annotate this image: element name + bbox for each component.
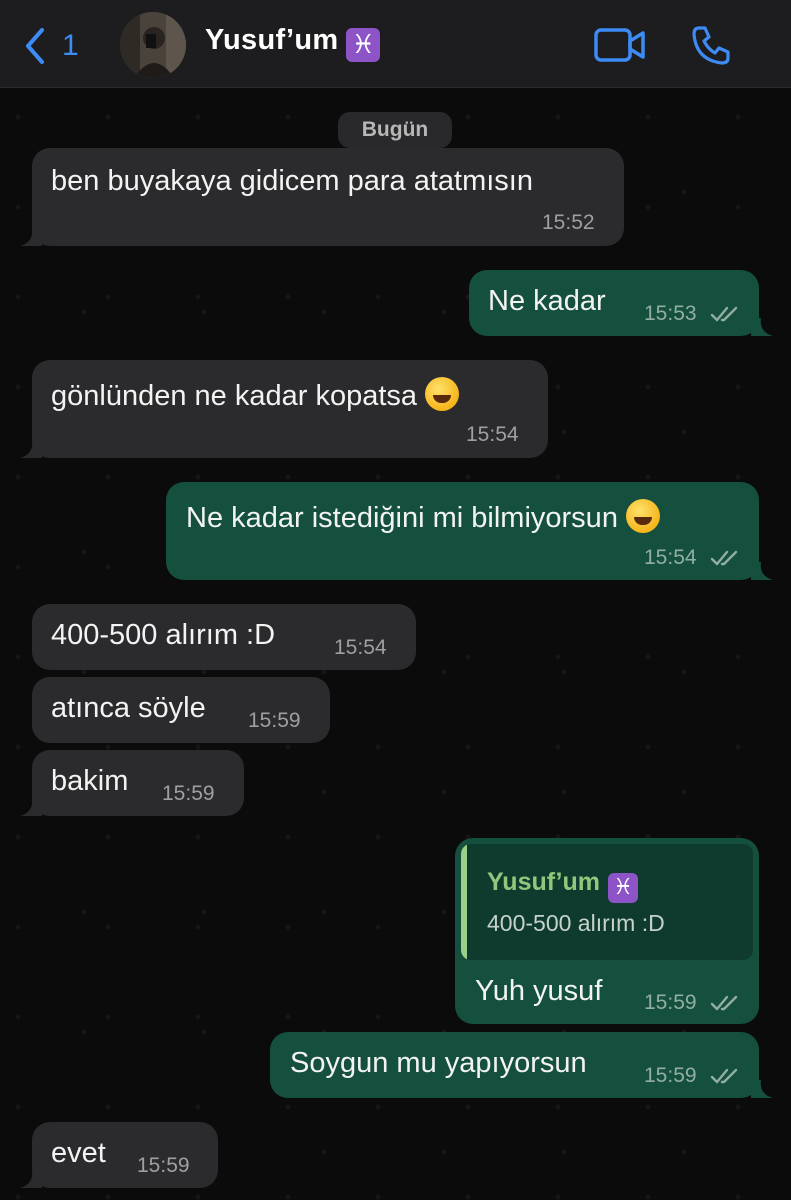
message-text-content: Ne kadar istediğini mi bilmiyorsun — [186, 502, 618, 534]
message-text: Ne kadar istediğini mi bilmiyorsun — [186, 499, 660, 535]
message-incoming[interactable]: ben buyakaya gidicem para atatmısın 15:5… — [32, 148, 624, 246]
grinning-emoji — [625, 499, 660, 533]
video-call-button[interactable] — [594, 26, 646, 64]
message-time: 15:59 — [137, 1154, 190, 1177]
reply-quote-bar — [461, 844, 467, 960]
chat-screen: 1 Yusuf’um ♓ Bugün ben buyakaya gidicem … — [0, 0, 791, 1200]
message-time: 15:54 — [466, 423, 519, 446]
message-time: 15:52 — [542, 211, 595, 234]
message-time: 15:59 — [248, 709, 301, 732]
message-incoming[interactable]: gönlünden ne kadar kopatsa 15:54 — [32, 360, 548, 458]
double-check-icon — [710, 1068, 738, 1084]
message-text: 400-500 alırım :D — [51, 619, 276, 651]
double-check-icon — [710, 995, 738, 1011]
message-text: bakim — [51, 765, 129, 797]
message-text-content: gönlünden ne kadar kopatsa — [51, 380, 418, 412]
back-button[interactable]: 1 — [22, 24, 92, 68]
message-outgoing[interactable]: Ne kadar istediğini mi bilmiyorsun 15:54 — [166, 482, 759, 580]
message-time: 15:59 — [162, 782, 215, 805]
message-text: ben buyakaya gidicem para atatmısın — [51, 165, 533, 197]
day-separator: Bugün — [338, 112, 452, 148]
bubble-tail — [20, 1170, 42, 1188]
message-time: 15:59 — [644, 991, 697, 1014]
message-text: Ne kadar — [488, 285, 606, 317]
message-text: Yuh yusuf — [475, 975, 603, 1007]
phone-icon — [692, 26, 730, 65]
bubble-tail — [751, 1080, 773, 1098]
double-check-icon — [710, 306, 738, 322]
voice-call-button[interactable] — [690, 24, 732, 66]
message-time: 15:54 — [644, 546, 697, 569]
double-check-icon — [710, 550, 738, 566]
message-text: Soygun mu yapıyorsun — [290, 1047, 587, 1079]
reply-quote-author: Yusuf’um ♓ — [487, 868, 638, 903]
video-camera-icon — [594, 28, 645, 62]
message-text: gönlünden ne kadar kopatsa — [51, 377, 460, 413]
pisces-emoji: ♓ — [607, 873, 638, 903]
contact-name[interactable]: Yusuf’um ♓ — [205, 24, 381, 62]
pisces-emoji: ♓ — [346, 28, 381, 62]
message-incoming[interactable]: bakim 15:59 — [32, 750, 244, 816]
message-outgoing[interactable]: Soygun mu yapıyorsun 15:59 — [270, 1032, 759, 1098]
unread-count: 1 — [62, 29, 79, 62]
chevron-left-icon — [26, 28, 44, 64]
chat-header: 1 Yusuf’um ♓ — [0, 0, 791, 88]
contact-name-text: Yusuf’um — [205, 24, 339, 56]
message-outgoing[interactable]: Ne kadar 15:53 — [469, 270, 759, 336]
message-text: evet — [51, 1137, 106, 1169]
bubble-tail — [20, 440, 42, 458]
bubble-tail — [751, 562, 773, 580]
reply-quote[interactable]: Yusuf’um ♓ 400-500 alırım :D — [461, 844, 753, 960]
message-incoming[interactable]: evet 15:59 — [32, 1122, 218, 1188]
bubble-tail — [751, 318, 773, 336]
bubble-tail — [20, 228, 42, 246]
message-text: atınca söyle — [51, 692, 206, 724]
grinning-sweat-emoji — [425, 377, 460, 411]
message-time: 15:59 — [644, 1064, 697, 1087]
reply-quote-text: 400-500 alırım :D — [487, 910, 665, 936]
bubble-tail — [20, 798, 42, 816]
avatar[interactable] — [120, 12, 186, 78]
message-time: 15:54 — [334, 636, 387, 659]
message-incoming[interactable]: atınca söyle 15:59 — [32, 677, 330, 743]
message-incoming[interactable]: 400-500 alırım :D 15:54 — [32, 604, 416, 670]
message-time: 15:53 — [644, 302, 697, 325]
